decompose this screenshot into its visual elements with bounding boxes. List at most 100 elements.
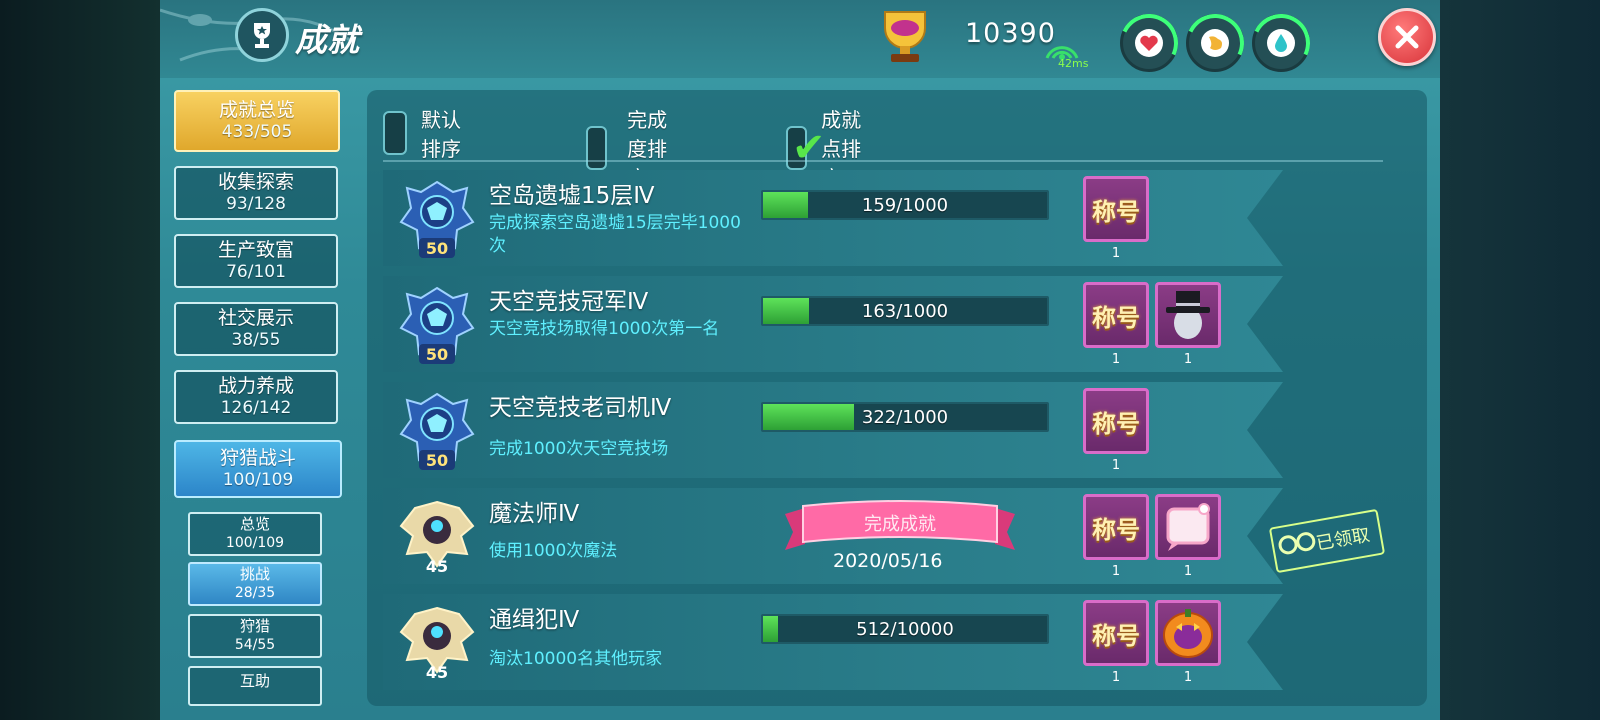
- category-count: 38/55: [231, 330, 281, 350]
- gold-cup-icon: [884, 11, 926, 62]
- trophy-icon: [235, 8, 289, 62]
- completed-text: 完成成就: [864, 514, 936, 535]
- achievement-title: 天空竞技老司机Ⅳ: [489, 395, 672, 421]
- category-hunting[interactable]: 狩猎战斗 100/109: [174, 440, 342, 498]
- reward-avatar-item[interactable]: [1155, 282, 1221, 348]
- close-button[interactable]: [1378, 8, 1436, 66]
- achievement-row[interactable]: 45 通缉犯Ⅳ 淘汰10000名其他玩家 512/10000 称号 1 1: [383, 594, 1283, 690]
- subcategory-count: 54/55: [234, 637, 276, 653]
- health-stat[interactable]: [1111, 5, 1187, 81]
- blue-crest-badge-icon: 50: [399, 392, 475, 470]
- achievement-row[interactable]: 50 天空竞技老司机Ⅳ 完成1000次天空竞技场 322/1000 称号 1: [383, 382, 1283, 478]
- achievement-title: 魔法师Ⅳ: [489, 501, 580, 527]
- category-overview[interactable]: 成就总览 433/505: [174, 90, 340, 152]
- sort-completion-checkbox[interactable]: [586, 125, 608, 170]
- dark-crest-badge-icon: 45: [399, 606, 475, 682]
- subcategory-assist[interactable]: 互助: [188, 666, 322, 706]
- achievement-desc: 完成探索空岛遗墟15层完毕1000次: [489, 213, 741, 256]
- category-collect-explore[interactable]: 收集探索 93/128: [174, 166, 338, 220]
- achievement-title: 通缉犯Ⅳ: [489, 607, 580, 633]
- reward-pumpkin-frame-item[interactable]: [1155, 600, 1221, 666]
- blue-crest-badge-icon: 50: [399, 180, 475, 258]
- sort-default[interactable]: 默认排序: [383, 104, 461, 162]
- reward-chat-frame-item[interactable]: [1155, 494, 1221, 560]
- achievement-desc: 完成1000次天空竞技场: [489, 439, 669, 459]
- close-icon: [1395, 25, 1419, 49]
- progress-text: 159/1000: [861, 194, 949, 216]
- achievement-row[interactable]: 45 魔法师Ⅳ 使用1000次魔法 完成成就 2020/05/16 称号 1 1: [383, 488, 1283, 584]
- top-hat-avatar-icon: [1166, 291, 1210, 339]
- reward-count: 1: [1111, 352, 1121, 367]
- sort-points-checkbox[interactable]: ✔: [786, 125, 826, 170]
- achievement-title: 天空竞技冠军Ⅳ: [489, 289, 649, 315]
- progress-text: 512/10000: [856, 618, 954, 640]
- category-social[interactable]: 社交展示 38/55: [174, 302, 338, 356]
- pumpkin-frame-icon: [1163, 609, 1213, 658]
- reward-count: 1: [1183, 670, 1193, 685]
- game-world-right: [1440, 0, 1600, 720]
- dark-crest-badge-icon: 45: [399, 500, 475, 576]
- subcategory-count: 100/109: [225, 535, 285, 551]
- category-production[interactable]: 生产致富 76/101: [174, 234, 338, 288]
- category-power[interactable]: 战力养成 126/142: [174, 370, 338, 424]
- category-label: 狩猎战斗: [219, 447, 296, 469]
- reward-label: 称号: [1092, 197, 1140, 226]
- blue-crest-badge-icon: 50: [399, 286, 475, 364]
- claimed-stamp: 已领取: [1268, 508, 1386, 574]
- category-label: 战力养成: [217, 375, 294, 397]
- reward-count: 1: [1111, 564, 1121, 579]
- reward-count: 1: [1111, 458, 1121, 473]
- sort-default-checkbox[interactable]: [383, 111, 407, 155]
- subcategory-hunt[interactable]: 狩猎 54/55: [188, 614, 322, 658]
- category-count: 433/505: [221, 122, 293, 142]
- completed-ribbon: 完成成就: [785, 500, 1015, 550]
- category-count: 126/142: [220, 398, 292, 418]
- category-label: 成就总览: [218, 99, 295, 121]
- progress-bar: 163/1000: [761, 296, 1049, 326]
- reward-label: 称号: [1092, 303, 1140, 332]
- category-label: 生产致富: [217, 239, 294, 261]
- checkmark-icon: ✔: [792, 124, 826, 171]
- progress-text: 322/1000: [861, 406, 949, 428]
- subcategory-challenge[interactable]: 挑战 28/35: [188, 562, 322, 606]
- reward-label: 称号: [1092, 515, 1140, 544]
- category-count: 76/101: [226, 262, 286, 282]
- subcategory-count: 28/35: [234, 585, 276, 601]
- completed-date: 2020/05/16: [833, 550, 943, 572]
- reward-count: 1: [1183, 352, 1193, 367]
- divider: [383, 160, 1383, 162]
- reward-title-item[interactable]: 称号: [1083, 600, 1149, 666]
- thirst-stat[interactable]: [1243, 5, 1319, 81]
- reward-title-item[interactable]: 称号: [1083, 176, 1149, 242]
- category-count: 100/109: [222, 470, 294, 490]
- badge-level: 50: [426, 239, 448, 258]
- progress-bar: 512/10000: [761, 614, 1049, 644]
- badge-level: 50: [426, 451, 448, 470]
- progress-text: 163/1000: [861, 300, 949, 322]
- ping-text: 42ms: [1058, 57, 1089, 70]
- achievement-desc: 使用1000次魔法: [489, 541, 618, 561]
- reward-title-item[interactable]: 称号: [1083, 282, 1149, 348]
- progress-bar: 322/1000: [761, 402, 1049, 432]
- reward-label: 称号: [1092, 409, 1140, 438]
- reward-title-item[interactable]: 称号: [1083, 388, 1149, 454]
- achievement-row[interactable]: 50 天空竞技冠军Ⅳ 天空竞技场取得1000次第一名 163/1000 称号 1: [383, 276, 1283, 372]
- subcategory-overview[interactable]: 总览 100/109: [188, 512, 322, 556]
- progress-bar: 159/1000: [761, 190, 1049, 220]
- achievement-panel: 成就 10390 42ms 成就总览 433/505 收集探索 93/128 生…: [160, 0, 1440, 720]
- achievement-points: 10390: [965, 18, 1056, 49]
- reward-label: 称号: [1092, 621, 1140, 650]
- achievement-list-panel: 默认排序 完成度排序 ✔ 成就点排序: [367, 90, 1427, 706]
- chat-bubble-frame-icon: [1166, 503, 1210, 551]
- subcategory-label: 互助: [239, 672, 270, 690]
- reward-count: 1: [1111, 670, 1121, 685]
- page-title: 成就: [295, 21, 360, 59]
- badge-level: 45: [426, 557, 448, 576]
- hunger-stat[interactable]: [1177, 5, 1253, 81]
- badge-level: 50: [426, 345, 448, 364]
- subcategory-label: 挑战: [239, 565, 270, 583]
- reward-title-item[interactable]: 称号: [1083, 494, 1149, 560]
- achievement-title: 空岛遗墟15层Ⅳ: [489, 183, 655, 209]
- camera-reel-icon: [1278, 532, 1316, 555]
- achievement-row[interactable]: 50 空岛遗墟15层Ⅳ 完成探索空岛遗墟15层完毕1000次 159/1000 …: [383, 170, 1283, 266]
